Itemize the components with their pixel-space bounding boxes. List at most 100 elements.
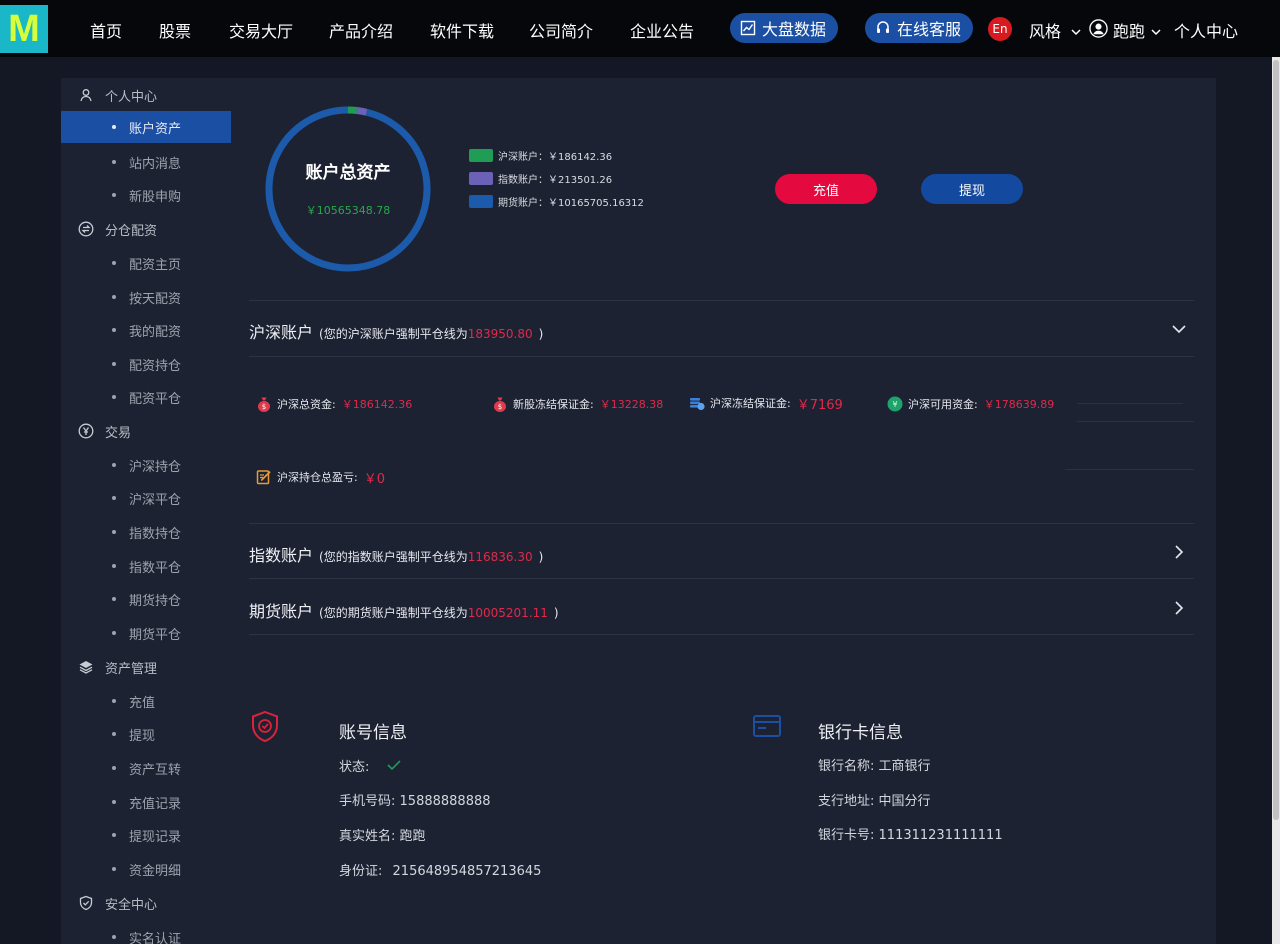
sidebar-item-daily-allocation[interactable]: 按天配资 [61,281,231,313]
sidebar-item-hs-close[interactable]: 沪深平仓 [61,482,231,514]
sidebar-item-allocation-positions[interactable]: 配资持仓 [61,348,231,380]
index-account-line-value: 116836.30 [467,550,533,564]
style-menu[interactable]: 风格 [1029,18,1082,42]
check-icon [386,760,401,771]
sidebar-item-futures-positions[interactable]: 期货持仓 [61,583,231,615]
bullet [112,935,116,939]
sidebar-group-personal[interactable]: 个人中心 [61,80,231,110]
nav-products[interactable]: 产品介绍 [329,18,393,42]
bullet [112,833,116,837]
account-id-row: 身份证: 215648954857213645 [339,860,541,879]
sidebar-item-asset-transfer[interactable]: 资产互转 [61,752,231,784]
sidebar-item-deposit[interactable]: 充值 [61,685,231,717]
chevron-down-icon[interactable] [1171,321,1187,337]
sidebar-item-account-assets[interactable]: 账户资产 [61,111,231,143]
withdraw-button[interactable]: 提现 [921,174,1023,204]
legend-futures-account: 期货账户：￥10165705.16312 [469,194,644,209]
stat-value: ￥13228.38 [599,398,664,411]
main-content: 账户总资产 ￥10565348.78 沪深账户：￥186142.36 指数账户：… [231,78,1216,944]
bullet [112,800,116,804]
nav-announcements[interactable]: 企业公告 [630,18,694,42]
donut-slice-1 [356,107,368,116]
nav-trading-hall[interactable]: 交易大厅 [229,18,293,42]
sidebar-group-allocation[interactable]: 分仓配资 [61,214,231,244]
yuan-circle-icon [78,423,94,439]
bullet [112,295,116,299]
nav-software-download[interactable]: 软件下载 [430,18,494,42]
bank-card-label: 银行卡号: [818,828,875,843]
sidebar-group-security[interactable]: 安全中心 [61,888,231,918]
nav-home[interactable]: 首页 [90,18,122,42]
nav-personal-center[interactable]: 个人中心 [1174,18,1238,42]
nav-stocks[interactable]: 股票 [159,18,191,42]
sidebar-item-ipo-subscription[interactable]: 新股申购 [61,179,231,211]
sidebar-group-trade[interactable]: 交易 [61,416,231,446]
sidebar-item-label: 资产互转 [129,762,182,778]
sidebar-item-messages[interactable]: 站内消息 [61,146,231,178]
sidebar-item-allocation-home[interactable]: 配资主页 [61,247,231,279]
deposit-button[interactable]: 充值 [775,174,877,204]
sidebar-group-label: 个人中心 [105,89,158,105]
brand-logo[interactable]: M [0,5,48,53]
sidebar-item-label: 提现记录 [129,829,182,845]
stat-value: ￥186142.36 [341,398,413,411]
chevron-right-icon[interactable] [1171,544,1187,560]
sidebar-item-label: 沪深平仓 [129,492,182,508]
bullet [112,530,116,534]
bullet [112,125,116,129]
stat-hs-total-pnl: 沪深持仓总盈亏: ￥0 [255,467,385,487]
sidebar-item-index-positions[interactable]: 指数持仓 [61,516,231,548]
top-navbar: M 首页 股票 交易大厅 产品介绍 软件下载 公司简介 企业公告 大盘数据 在线… [0,0,1280,57]
user-avatar-icon[interactable] [1089,19,1108,38]
money-bag-icon: $ [255,395,273,413]
online-service-button[interactable]: 在线客服 [865,13,974,43]
market-data-button[interactable]: 大盘数据 [730,13,839,43]
hs-account-header[interactable]: 沪深账户 (您的沪深账户强制平仓线为 183950.80 ) [249,319,543,342]
sidebar-item-label: 期货持仓 [129,593,182,609]
chart-trend-icon [740,20,756,36]
chevron-down-icon [1151,29,1161,36]
bullet [112,193,116,197]
sidebar-item-real-name-auth[interactable]: 实名认证 [61,921,231,944]
sidebar-item-label: 沪深持仓 [129,459,182,475]
index-account-header[interactable]: 指数账户 (您的指数账户强制平仓线为 116836.30 ) [249,542,543,565]
index-account-title: 指数账户 [249,546,314,565]
bank-card-icon [753,715,781,737]
id-label: 身份证: [339,864,383,879]
nav-company-profile[interactable]: 公司简介 [529,18,593,42]
sidebar-item-withdraw-records[interactable]: 提现记录 [61,819,231,851]
hs-account-note-prefix: (您的沪深账户强制平仓线为 [319,327,468,341]
futures-account-note-prefix: (您的期货账户强制平仓线为 [319,606,468,620]
bullet [112,732,116,736]
user-menu[interactable]: 跑跑 [1113,18,1162,42]
shield-check-icon [252,710,278,742]
sidebar-item-index-close[interactable]: 指数平仓 [61,550,231,582]
page-scrollbar-thumb[interactable] [1273,60,1279,820]
stat-label: 新股冻结保证金: [513,398,594,411]
sidebar-item-label: 配资主页 [129,257,182,273]
sidebar-item-deposit-records[interactable]: 充值记录 [61,786,231,818]
sidebar-item-label: 提现 [129,728,156,744]
legend-label: 期货账户：￥10165705.16312 [498,197,644,209]
bank-name-row: 银行名称: 工商银行 [818,755,931,774]
sidebar-group-assets[interactable]: 资产管理 [61,652,231,682]
svg-text:¥: ¥ [892,400,897,409]
legend-label: 沪深账户：￥186142.36 [498,151,613,163]
sidebar-item-futures-close[interactable]: 期货平仓 [61,617,231,649]
sidebar-item-allocation-close[interactable]: 配资平仓 [61,381,231,413]
sidebar-item-my-allocation[interactable]: 我的配资 [61,314,231,346]
sidebar-item-withdraw[interactable]: 提现 [61,718,231,750]
stat-hs-available-funds: ¥ 沪深可用资金: ￥178639.89 [886,394,1054,414]
bullet [112,631,116,635]
style-label: 风格 [1029,22,1062,41]
svg-text:$: $ [498,403,502,411]
donut-chart [265,106,431,272]
sidebar-item-label: 我的配资 [129,324,182,340]
user-name: 跑跑 [1113,22,1146,41]
language-switch-button[interactable]: En [988,17,1012,41]
sidebar-item-fund-details[interactable]: 资金明细 [61,853,231,885]
futures-account-header[interactable]: 期货账户 (您的期货账户强制平仓线为 10005201.11 ) [249,598,559,621]
sidebar-item-label: 资金明细 [129,863,182,879]
chevron-right-icon[interactable] [1171,600,1187,616]
sidebar-item-hs-positions[interactable]: 沪深持仓 [61,449,231,481]
